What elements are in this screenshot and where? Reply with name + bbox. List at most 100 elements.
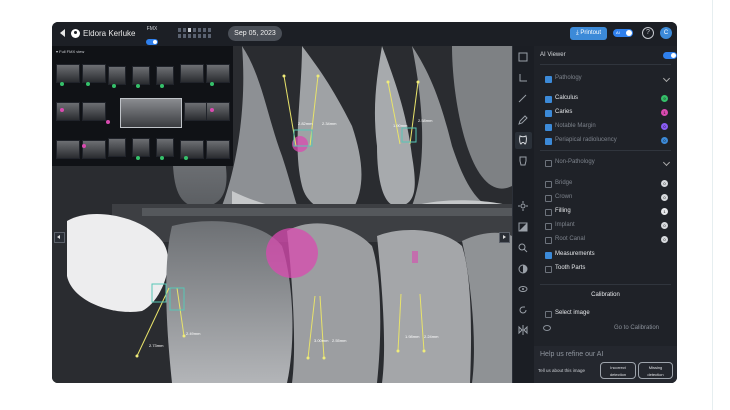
fmx-thumbnail[interactable]	[56, 140, 80, 159]
flip-icon[interactable]	[518, 325, 528, 335]
fmx-thumbnail[interactable]	[206, 102, 230, 121]
fmx-thumbnail[interactable]	[82, 140, 106, 159]
missing-detection-button[interactable]: Missing detection	[638, 362, 673, 379]
user-avatar[interactable]: C	[660, 27, 672, 39]
ruler-icon[interactable]	[518, 94, 528, 104]
checkbox[interactable]	[545, 181, 552, 188]
crop-icon[interactable]	[518, 73, 528, 83]
checkbox[interactable]	[545, 266, 552, 273]
fmx-thumbnail[interactable]	[82, 64, 106, 83]
measurement-label: 1.98mm	[405, 334, 420, 339]
item-label: Crown	[555, 194, 573, 200]
finding-dot	[136, 84, 140, 88]
previous-image-arrow-icon[interactable]	[54, 232, 65, 243]
fmx-thumbnail[interactable]	[180, 64, 204, 83]
checkbox[interactable]	[545, 96, 552, 103]
incorrect-detection-button[interactable]: Incorrect detection	[600, 362, 636, 379]
contrast-icon[interactable]	[518, 222, 528, 232]
checkbox[interactable]	[545, 223, 552, 230]
fmx-panoramic-thumbnail[interactable]	[120, 98, 182, 128]
item-label: Root Canal	[555, 236, 586, 242]
non-pathology-item-filling[interactable]: Filling 1	[545, 207, 673, 217]
checkbox[interactable]	[545, 237, 552, 244]
fmx-panel-label[interactable]: ▾ Full FMX view	[56, 49, 84, 54]
checkbox[interactable]	[545, 110, 552, 117]
measurement-label: 3.00mm	[314, 338, 329, 343]
pathology-item-periapical-radiolucency[interactable]: Periapical radiolucency 0	[545, 136, 673, 146]
checkbox[interactable]	[545, 311, 552, 318]
count-badge: 9	[661, 95, 668, 102]
pencil-icon[interactable]	[518, 115, 528, 125]
tooth-icon[interactable]	[515, 132, 532, 149]
expand-icon[interactable]	[518, 52, 528, 62]
fmx-thumbnail[interactable]	[108, 138, 126, 157]
ai-viewer-toggle[interactable]	[663, 52, 677, 59]
item-label: Caries	[555, 109, 573, 115]
finding-dot	[60, 82, 64, 86]
pathology-group-toggle[interactable]: Pathology	[545, 74, 673, 84]
app-window: Eldora Kerluke FMX Sep 05, 2023 ⤓ Printo…	[52, 22, 677, 383]
non-pathology-item-crown[interactable]: Crown 0	[545, 193, 673, 203]
finding-dot	[60, 108, 64, 112]
checkbox[interactable]	[545, 138, 552, 145]
ai-toggle[interactable]: AI	[613, 29, 633, 37]
finding-dot	[210, 82, 214, 86]
pathology-checkbox[interactable]	[545, 76, 552, 83]
checkbox[interactable]	[545, 252, 552, 259]
tooth-outline-icon[interactable]	[518, 156, 528, 166]
non-pathology-item-implant[interactable]: Implant 0	[545, 221, 673, 231]
fmx-thumbnail[interactable]	[206, 140, 230, 159]
measurements-toggle[interactable]: Measurements	[545, 250, 673, 260]
checkbox[interactable]	[545, 195, 552, 202]
ai-viewer-panel: AI Viewer Pathology Calculus 9 Caries 1 …	[534, 46, 677, 383]
fmx-thumbnail[interactable]	[132, 138, 150, 157]
fmx-thumbnail[interactable]	[156, 138, 174, 157]
select-image-toggle[interactable]: Select image	[545, 309, 673, 319]
exam-date-pill[interactable]: Sep 05, 2023	[228, 26, 282, 41]
fmx-toggle[interactable]	[146, 39, 158, 45]
finding-dot	[210, 108, 214, 112]
pathology-item-caries[interactable]: Caries 1	[545, 108, 673, 118]
back-arrow-icon[interactable]	[60, 29, 65, 37]
invert-icon[interactable]	[518, 264, 528, 274]
brightness-icon[interactable]	[518, 201, 528, 211]
rotate-icon[interactable]	[518, 305, 528, 315]
pathology-item-notable-margin[interactable]: Notable Margin 0	[545, 122, 673, 132]
non-pathology-group-toggle[interactable]: Non-Pathology	[545, 158, 673, 168]
next-image-arrow-icon[interactable]	[499, 232, 510, 243]
zoom-icon[interactable]	[518, 243, 528, 253]
fmx-thumbnail[interactable]	[56, 64, 80, 83]
fmx-thumbnail[interactable]	[206, 64, 230, 83]
fmx-thumbnail[interactable]	[56, 102, 80, 121]
pathology-item-calculus[interactable]: Calculus 9	[545, 94, 673, 104]
finding-dot	[184, 156, 188, 160]
non-pathology-item-root-canal[interactable]: Root Canal 0	[545, 235, 673, 245]
caries-marker[interactable]	[266, 228, 318, 278]
tool-column	[512, 46, 535, 383]
checkbox[interactable]	[545, 124, 552, 131]
fmx-minimap[interactable]	[178, 28, 216, 40]
non-pathology-item-bridge[interactable]: Bridge 0	[545, 179, 673, 189]
checkbox[interactable]	[545, 209, 552, 216]
fmx-thumbnail[interactable]	[82, 102, 106, 121]
measurements-label: Measurements	[555, 251, 595, 257]
printout-button[interactable]: ⤓ Printout	[570, 27, 607, 40]
fmx-thumbnail[interactable]	[156, 66, 174, 85]
item-label: Bridge	[555, 180, 573, 186]
tooth-parts-toggle[interactable]: Tooth Parts	[545, 264, 673, 274]
feedback-title: Help us refine our AI	[540, 351, 604, 358]
patient-name[interactable]: Eldora Kerluke	[83, 29, 135, 38]
count-badge: 1	[661, 208, 668, 215]
go-to-calibration-link[interactable]: Go to Calibration	[614, 325, 659, 331]
help-icon[interactable]: ?	[642, 27, 654, 39]
eye-icon[interactable]	[518, 284, 528, 294]
count-badge: 0	[661, 194, 668, 201]
eye-icon[interactable]	[543, 325, 551, 331]
non-pathology-label: Non-Pathology	[555, 159, 595, 165]
measurement-label: 2.34mm	[322, 121, 337, 126]
fmx-thumbnail[interactable]	[108, 66, 126, 85]
non-pathology-checkbox[interactable]	[545, 160, 552, 167]
fmx-thumbnail[interactable]	[184, 102, 208, 121]
divider	[540, 150, 671, 151]
fmx-thumbnail[interactable]	[132, 66, 150, 85]
